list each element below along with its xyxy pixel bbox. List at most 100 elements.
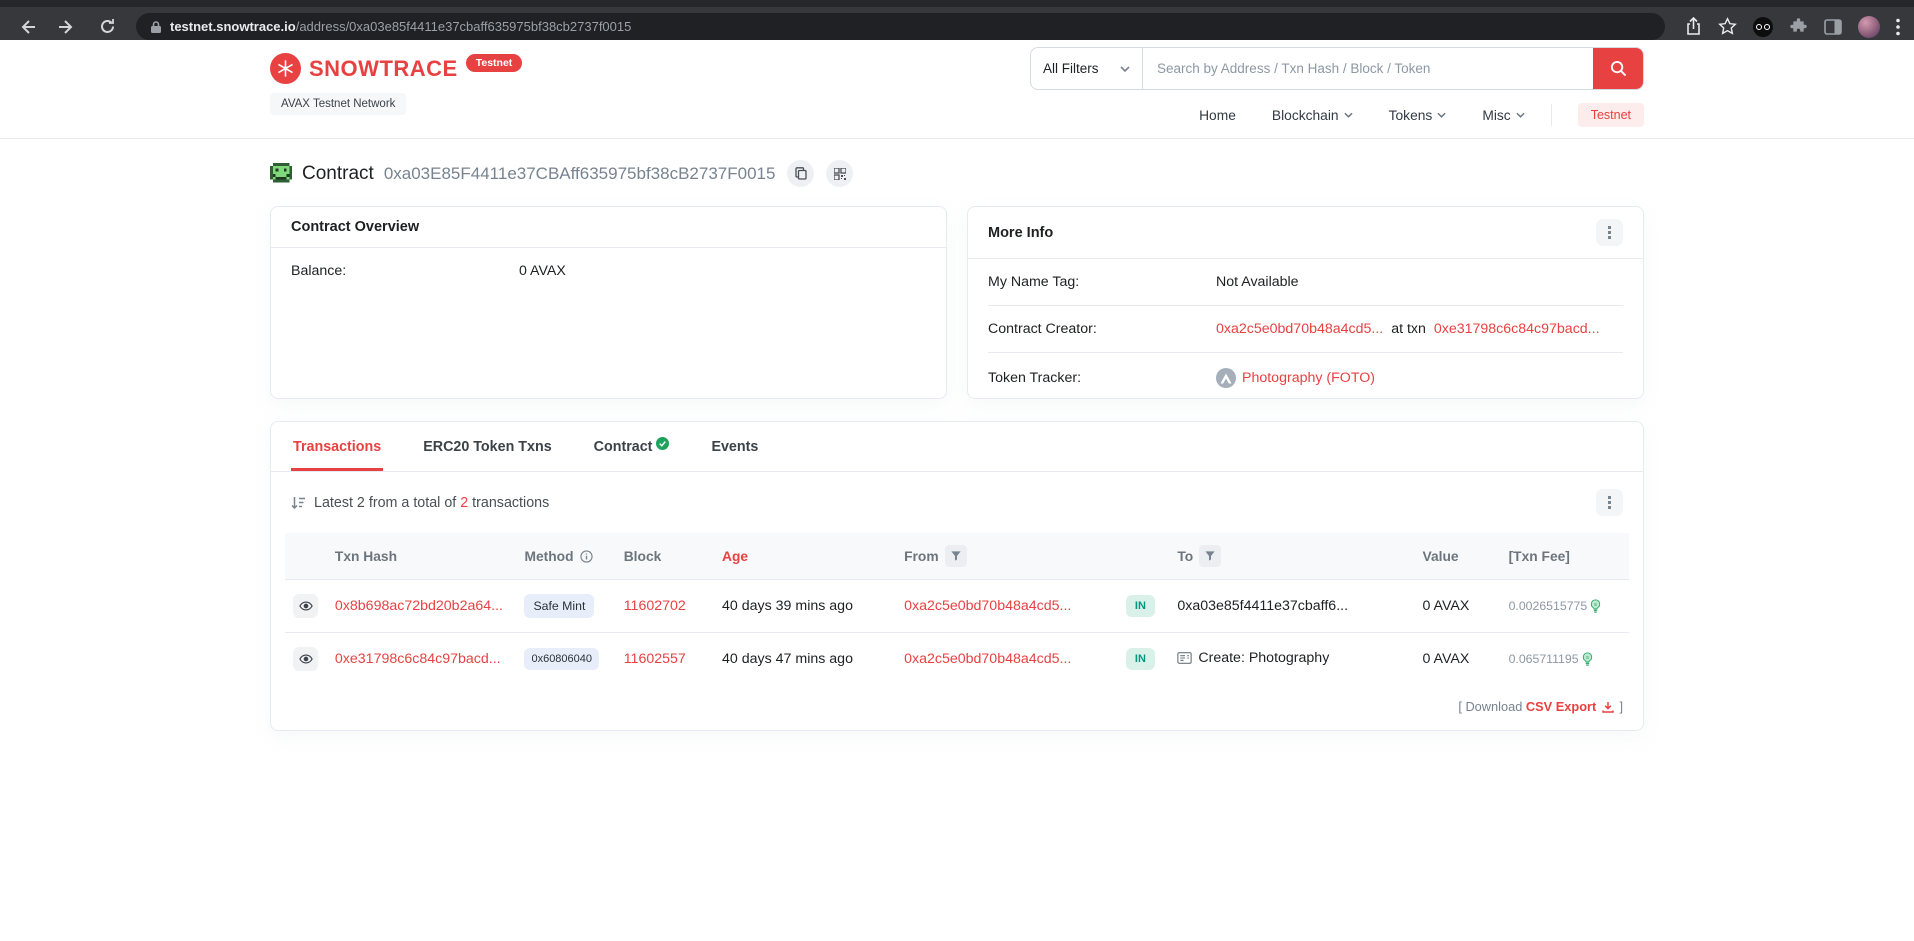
token-logo-icon xyxy=(1216,368,1236,388)
tab-erc20-token-txns[interactable]: ERC20 Token Txns xyxy=(421,422,553,471)
table-row: 0x8b698ac72bd20b2a64... Safe Mint 116027… xyxy=(285,580,1629,633)
sort-icon xyxy=(291,496,306,510)
extension-avatar-icon[interactable] xyxy=(1753,17,1773,37)
site-header: SNOWTRACE Testnet AVAX Testnet Network A… xyxy=(0,40,1914,139)
search-icon xyxy=(1610,60,1627,77)
nav-misc[interactable]: Misc xyxy=(1482,108,1524,123)
side-panel-icon[interactable] xyxy=(1824,19,1842,35)
nav-divider xyxy=(1551,104,1552,126)
search-button[interactable] xyxy=(1593,48,1643,89)
copy-icon xyxy=(795,167,807,180)
token-tracker-label: Token Tracker: xyxy=(988,370,1216,386)
txn-hash-link[interactable]: 0xe31798c6c84c97bacd... xyxy=(335,651,501,667)
tx-panel-menu-button[interactable] xyxy=(1596,489,1623,516)
download-icon xyxy=(1602,701,1614,713)
search-filter-select[interactable]: All Filters xyxy=(1031,48,1143,89)
more-info-menu-button[interactable] xyxy=(1596,219,1623,246)
search-filter-label: All Filters xyxy=(1043,61,1099,76)
txn-fee-value: 0.0026515775 xyxy=(1509,599,1588,613)
tx-preview-button[interactable] xyxy=(293,594,318,618)
nav-blockchain[interactable]: Blockchain xyxy=(1272,108,1353,123)
col-from: From xyxy=(904,549,939,564)
direction-badge: IN xyxy=(1126,595,1155,617)
more-info-card: More Info My Name Tag: Not Available Con… xyxy=(967,206,1644,399)
chevron-down-icon xyxy=(1344,112,1353,118)
eye-icon xyxy=(299,601,313,611)
eye-icon xyxy=(299,654,313,664)
col-txn-fee: [Txn Fee] xyxy=(1501,533,1629,580)
info-icon[interactable] xyxy=(580,550,593,563)
to-filter-button[interactable] xyxy=(1199,545,1221,567)
balance-value: 0 AVAX xyxy=(519,263,566,279)
col-block: Block xyxy=(616,533,714,580)
nav-testnet-pill[interactable]: Testnet xyxy=(1578,103,1644,127)
creator-txn-link[interactable]: 0xe31798c6c84c97bacd... xyxy=(1434,321,1600,337)
name-tag-value: Not Available xyxy=(1216,274,1299,290)
contract-identicon xyxy=(270,163,292,185)
gas-bulb-icon[interactable]: s xyxy=(1590,599,1601,614)
creator-address-link[interactable]: 0xa2c5e0bd70b48a4cd5... xyxy=(1216,321,1383,337)
more-info-card-title: More Info xyxy=(988,225,1053,241)
chevron-down-icon xyxy=(1437,112,1446,118)
nav-tokens[interactable]: Tokens xyxy=(1389,108,1447,123)
filter-icon xyxy=(1205,551,1215,561)
tab-contract[interactable]: Contract xyxy=(592,422,672,471)
gas-bulb-icon[interactable]: s xyxy=(1582,652,1593,667)
search-input[interactable] xyxy=(1143,48,1593,89)
method-badge: Safe Mint xyxy=(524,594,594,618)
browser-back-icon[interactable] xyxy=(10,14,44,40)
url-path: /address/0xa03e85f4411e37cbaff635975bf38… xyxy=(296,19,632,34)
snowtrace-logo[interactable]: SNOWTRACE Testnet xyxy=(270,53,522,84)
browser-forward-icon[interactable] xyxy=(50,14,84,40)
extensions-puzzle-icon[interactable] xyxy=(1789,17,1808,36)
network-label: AVAX Testnet Network xyxy=(270,93,406,115)
age-value: 40 days 47 mins ago xyxy=(714,633,896,686)
browser-menu-kebab-icon[interactable] xyxy=(1896,18,1900,36)
profile-avatar[interactable] xyxy=(1858,16,1880,38)
address-bar[interactable]: testnet.snowtrace.io/address/0xa03e85f44… xyxy=(136,13,1665,40)
qr-code-icon xyxy=(834,168,846,180)
tab-events[interactable]: Events xyxy=(709,422,760,471)
from-filter-button[interactable] xyxy=(945,545,967,567)
svg-text:s: s xyxy=(1594,602,1597,608)
url-host: testnet.snowtrace.io xyxy=(170,19,296,34)
logo-text: SNOWTRACE xyxy=(309,53,458,84)
contract-address: 0xa03E85F4411e37CBAff635975bf38cB2737F00… xyxy=(384,164,776,184)
bookmark-star-icon[interactable] xyxy=(1718,17,1737,36)
chevron-down-icon xyxy=(1120,66,1130,72)
page-type-label: Contract xyxy=(302,163,374,185)
tab-transactions[interactable]: Transactions xyxy=(291,422,383,471)
block-link[interactable]: 11602557 xyxy=(624,651,686,667)
csv-export-link[interactable]: CSV Export xyxy=(1526,699,1596,714)
table-header-row: Txn Hash Method Block Age From To Value … xyxy=(285,533,1629,580)
tx-preview-button[interactable] xyxy=(293,647,318,671)
col-age[interactable]: Age xyxy=(714,533,896,580)
copy-address-button[interactable] xyxy=(787,160,814,187)
at-txn-text: at txn xyxy=(1391,321,1426,337)
browser-refresh-icon[interactable] xyxy=(90,14,124,40)
transactions-table: Txn Hash Method Block Age From To Value … xyxy=(285,533,1629,685)
from-address-link[interactable]: 0xa2c5e0bd70b48a4cd5... xyxy=(904,598,1071,614)
token-tracker-link[interactable]: Photography (FOTO) xyxy=(1242,370,1375,386)
balance-label: Balance: xyxy=(291,263,519,279)
to-address: 0xa03e85f4411e37cbaff6... xyxy=(1177,598,1348,614)
block-link[interactable]: 11602702 xyxy=(624,598,686,614)
txn-hash-link[interactable]: 0x8b698ac72bd20b2a64... xyxy=(335,598,503,614)
filter-icon xyxy=(951,551,961,561)
tx-summary-text: Latest 2 from a total of 2 transactions xyxy=(314,495,549,511)
page-title: Contract 0xa03E85F4411e37CBAff635975bf38… xyxy=(270,139,1644,206)
browser-chrome: testnet.snowtrace.io/address/0xa03e85f44… xyxy=(0,0,1914,40)
lock-icon xyxy=(150,20,162,34)
age-value: 40 days 39 mins ago xyxy=(714,580,896,633)
logo-testnet-badge: Testnet xyxy=(466,54,523,72)
overview-card-title: Contract Overview xyxy=(291,219,419,235)
col-txn-hash: Txn Hash xyxy=(327,533,517,580)
nav-home[interactable]: Home xyxy=(1199,108,1236,123)
to-contract-create: Create: Photography xyxy=(1198,650,1329,666)
txn-fee-value: 0.065711195 xyxy=(1509,652,1579,666)
contract-creator-label: Contract Creator: xyxy=(988,321,1216,337)
tx-total-count: 2 xyxy=(460,495,468,511)
qr-code-button[interactable] xyxy=(826,160,853,187)
share-icon[interactable] xyxy=(1685,17,1702,36)
from-address-link[interactable]: 0xa2c5e0bd70b48a4cd5... xyxy=(904,651,1071,667)
